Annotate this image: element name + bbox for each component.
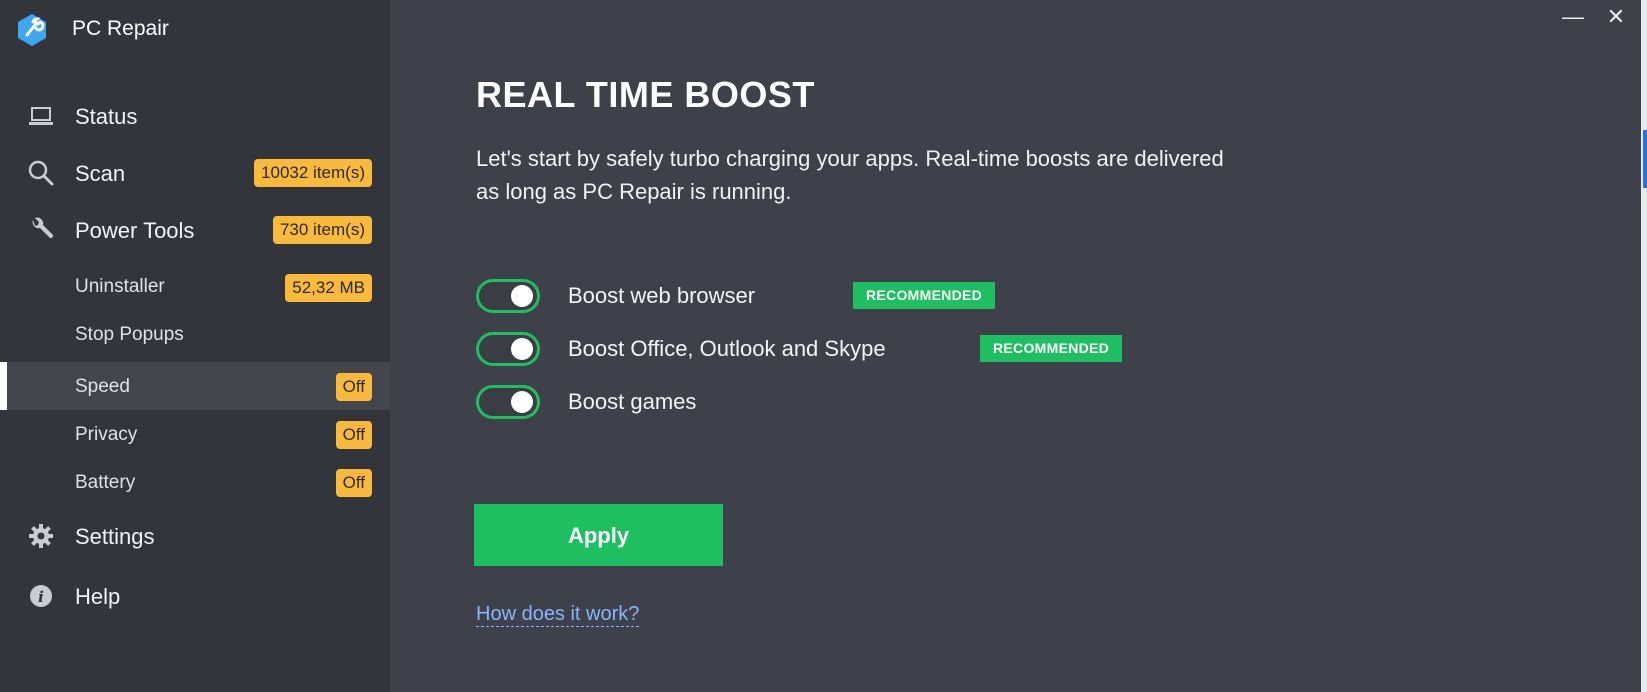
apply-button[interactable]: Apply [474, 504, 723, 566]
option-boost-web-browser: Boost web browser RECOMMENDED [476, 278, 1276, 314]
boost-office-toggle[interactable] [476, 332, 540, 366]
option-label: Boost web browser [568, 283, 756, 308]
sidebar: PC Repair Status Scan 10032 item(s) Powe… [0, 0, 390, 692]
info-icon: i [30, 585, 52, 607]
privacy-status-badge: Off [335, 421, 372, 449]
sidebar-item-label: Battery [75, 472, 136, 493]
uninstaller-size-badge: 52,32 MB [285, 274, 372, 302]
app-window: PC Repair Status Scan 10032 item(s) Powe… [0, 0, 1647, 692]
wrench-icon [32, 217, 54, 239]
page-description: Let's start by safely turbo charging you… [476, 146, 1224, 204]
active-indicator [0, 362, 7, 410]
sidebar-item-label: Privacy [75, 424, 138, 445]
main-panel: — ✕ REAL TIME BOOST Let's start by safel… [390, 0, 1647, 692]
recommended-badge: RECOMMENDED [853, 282, 996, 309]
sidebar-item-privacy[interactable]: Privacy Off [0, 410, 390, 458]
app-logo-icon [18, 14, 46, 46]
sidebar-item-label: Speed [75, 376, 130, 397]
sidebar-item-label: Status [75, 104, 138, 129]
option-label: Boost games [568, 389, 697, 414]
sidebar-item-label: Stop Popups [75, 324, 184, 345]
search-icon [28, 160, 54, 186]
sidebar-item-label: Help [75, 584, 121, 609]
edge-marker [1643, 130, 1647, 188]
close-button[interactable]: ✕ [1596, 2, 1636, 32]
minimize-button[interactable]: — [1553, 2, 1593, 32]
gear-icon [29, 524, 53, 548]
how-does-it-work-link[interactable]: How does it work? [476, 602, 640, 627]
app-title: PC Repair [72, 17, 169, 40]
sidebar-item-label: Scan [75, 161, 126, 186]
sidebar-item-power-tools[interactable]: Power Tools 730 item(s) [0, 206, 390, 254]
battery-status-badge: Off [335, 469, 372, 497]
toggle-knob [511, 338, 533, 360]
scan-count-badge: 10032 item(s) [254, 159, 372, 187]
sidebar-item-settings[interactable]: Settings [0, 512, 390, 560]
option-label: Boost Office, Outlook and Skype [568, 336, 886, 361]
boost-games-toggle[interactable] [476, 385, 540, 419]
sidebar-item-stop-popups[interactable]: Stop Popups [0, 310, 390, 358]
option-boost-games: Boost games [476, 384, 1276, 420]
boost-web-browser-toggle[interactable] [476, 279, 540, 313]
speed-status-badge: Off [335, 373, 372, 401]
sidebar-item-uninstaller[interactable]: Uninstaller 52,32 MB [0, 262, 390, 310]
option-boost-office: Boost Office, Outlook and Skype RECOMMEN… [476, 331, 1276, 367]
sidebar-item-scan[interactable]: Scan 10032 item(s) [0, 149, 390, 197]
sidebar-item-label: Uninstaller [75, 276, 165, 297]
sidebar-item-speed[interactable]: Speed Off [0, 362, 390, 410]
sidebar-item-label: Power Tools [75, 218, 195, 243]
svg-text:i: i [38, 588, 44, 606]
page-title: REAL TIME BOOST [476, 74, 815, 115]
toggle-knob [511, 285, 533, 307]
sidebar-item-label: Settings [75, 524, 155, 549]
sidebar-item-status[interactable]: Status [0, 92, 390, 140]
toggle-knob [511, 391, 533, 413]
window-edge [1641, 0, 1647, 692]
brand-header: PC Repair [0, 0, 390, 60]
sidebar-item-help[interactable]: i Help [0, 572, 390, 620]
sidebar-item-battery[interactable]: Battery Off [0, 458, 390, 506]
laptop-icon [29, 107, 53, 125]
power-tools-count-badge: 730 item(s) [272, 216, 372, 244]
recommended-badge: RECOMMENDED [980, 335, 1123, 362]
